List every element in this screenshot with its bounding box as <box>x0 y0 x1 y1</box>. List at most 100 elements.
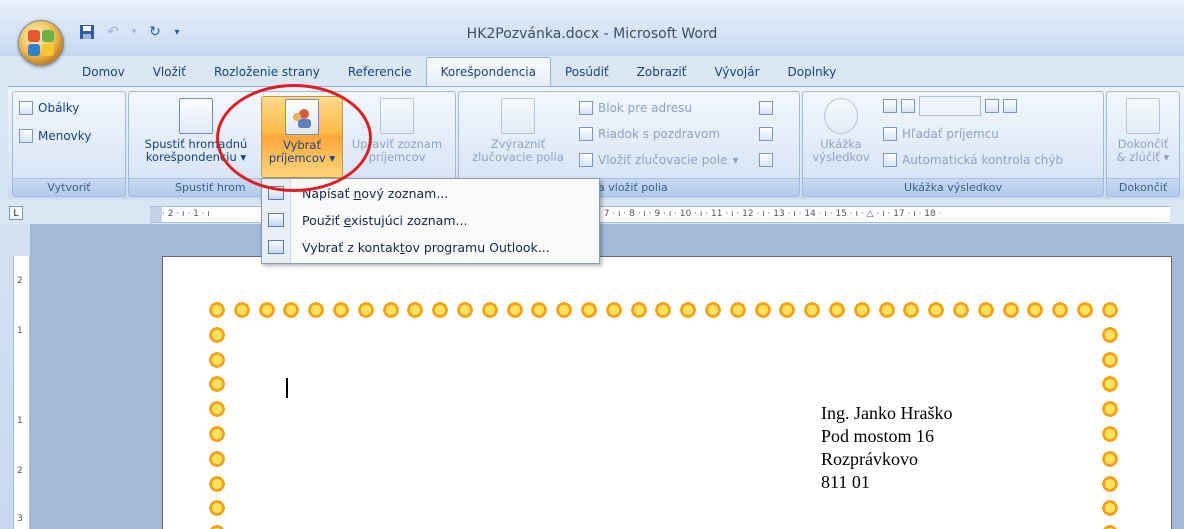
dokoncit-zlucit-button[interactable]: Dokončiť & zlúčiť ▾ <box>1109 96 1177 176</box>
vertical-ruler[interactable]: 2 1 1 2 3 <box>13 256 30 529</box>
sun-border-motif <box>1049 299 1071 321</box>
last-record-icon[interactable] <box>1003 99 1017 113</box>
new-list-icon <box>268 186 284 200</box>
obalky-button[interactable]: Obálky <box>19 98 79 118</box>
sun-border-motif <box>206 497 228 519</box>
sun-border-motif <box>206 448 228 470</box>
sun-border-motif <box>206 522 228 529</box>
sun-border-motif <box>206 473 228 495</box>
sun-border-motif <box>479 299 501 321</box>
sun-border-motif <box>1099 349 1121 371</box>
sun-border-motif <box>1099 448 1121 470</box>
hladat-prijemcu-button[interactable]: Hľadať príjemcu <box>883 124 999 144</box>
sun-border-motif <box>752 299 774 321</box>
sun-border-motif <box>429 299 451 321</box>
address-name: Ing. Janko Hraško <box>821 403 953 423</box>
tab-domov[interactable]: Domov <box>68 58 139 86</box>
update-labels-icon <box>759 153 773 167</box>
ruler-ticks-left: · 2 · ı · 1 · ı <box>162 209 210 219</box>
word-window: ↶ ▾ ↻ ▾ HK2Pozvánka.docx - Microsoft Wor… <box>0 0 1184 529</box>
group-label-ukazka: Ukážka výsledkov <box>803 178 1103 196</box>
sun-border-motif <box>776 299 798 321</box>
record-navigation <box>883 96 1017 116</box>
sun-border-motif <box>1000 299 1022 321</box>
sun-border-motif <box>578 299 600 321</box>
sun-border-motif <box>801 299 823 321</box>
sun-border-motif <box>925 299 947 321</box>
sun-border-motif <box>330 299 352 321</box>
office-button[interactable] <box>18 20 64 66</box>
sun-border-motif <box>1099 473 1121 495</box>
sun-border-motif <box>876 299 898 321</box>
sun-border-motif <box>1099 324 1121 346</box>
first-record-icon[interactable] <box>883 99 897 113</box>
blok-label: Blok pre adresu <box>598 101 693 115</box>
sun-border-motif <box>454 299 476 321</box>
update-labels-button[interactable] <box>759 150 773 170</box>
vruler-tick: 1 <box>17 416 23 426</box>
rules-icon <box>759 101 773 115</box>
sun-border-motif <box>553 299 575 321</box>
record-number-input[interactable] <box>919 96 981 116</box>
tab-korespondencia[interactable]: Korešpondencia <box>425 57 551 86</box>
insert-field-icon <box>579 153 593 167</box>
menovky-button[interactable]: Menovky <box>19 126 91 146</box>
greeting-line-icon <box>579 127 593 141</box>
address-street: Pod mostom 16 <box>821 426 935 446</box>
menu-label-novy: Napísať nový zoznam... <box>302 185 449 201</box>
next-record-icon[interactable] <box>985 99 999 113</box>
rules-button[interactable] <box>759 98 773 118</box>
sun-border-motif <box>826 299 848 321</box>
chevron-down-icon: ▾ <box>732 153 739 167</box>
riadok-s-pozdravom-button[interactable]: Riadok s pozdravom <box>579 124 720 144</box>
spustit-line2: korešpondenciu ▾ <box>145 150 247 164</box>
sun-border-motif <box>975 299 997 321</box>
document-page[interactable] <box>162 256 1172 529</box>
recipient-address[interactable]: Ing. Janko Hraško Pod mostom 16 Rozprávk… <box>821 402 952 494</box>
ukazka-line2: výsledkov <box>812 150 870 164</box>
sun-border-motif <box>1099 497 1121 519</box>
sun-border-motif <box>950 299 972 321</box>
sun-border-motif <box>1099 423 1121 445</box>
text-cursor <box>286 378 288 398</box>
automaticka-kontrola-button[interactable]: Automatická kontrola chýb <box>883 150 1063 170</box>
tab-zobrazit[interactable]: Zobraziť <box>623 58 701 86</box>
match-fields-button[interactable] <box>759 124 773 144</box>
hladat-label: Hľadať príjemcu <box>902 127 999 141</box>
tab-vyvojar[interactable]: Vývojár <box>700 58 773 86</box>
address-city: Rozprávkovo <box>821 449 918 469</box>
sun-border-motif <box>206 349 228 371</box>
sun-border-motif <box>231 299 253 321</box>
upravit-zoznam-button[interactable]: Upraviť zoznam príjemcov <box>343 96 451 176</box>
window-title: HK2Pozvánka.docx - Microsoft Word <box>466 26 718 42</box>
ruler-margin-left <box>150 207 162 222</box>
sun-border-motif <box>206 423 228 445</box>
sun-border-motif <box>1099 299 1121 321</box>
vybrat-prijemcov-button[interactable]: Vybrať príjemcov ▾ <box>261 96 343 178</box>
previous-record-icon[interactable] <box>901 99 915 113</box>
sun-border-motif <box>206 398 228 420</box>
sun-border-motif <box>1099 373 1121 395</box>
tab-referencie[interactable]: Referencie <box>334 58 426 86</box>
menu-item-novy-zoznam[interactable]: Napísať nový zoznam... <box>262 181 599 205</box>
sun-border-motif <box>1074 299 1096 321</box>
sun-border-motif <box>702 299 724 321</box>
tab-selector[interactable]: L <box>9 206 23 220</box>
vruler-tick: 2 <box>17 466 23 476</box>
sun-border-motif <box>851 299 873 321</box>
existing-list-icon <box>268 213 284 227</box>
tab-vlozit[interactable]: Vložiť <box>139 58 200 86</box>
vruler-tick: 3 <box>17 514 23 524</box>
vlozit-zlucovacie-pole-button[interactable]: Vložiť zlučovacie pole ▾ <box>579 150 739 170</box>
sun-border-motif <box>727 299 749 321</box>
tab-doplnky[interactable]: Doplnky <box>774 58 851 86</box>
zvyraznit-polia-button[interactable]: Zvýrazniť zlučovacie polia <box>461 96 575 176</box>
obalky-label: Obálky <box>38 101 80 115</box>
spustit-hromadnu-button[interactable]: Spustiť hromadnú korešpondenciu ▾ <box>133 96 259 176</box>
menu-item-existujuci-zoznam[interactable]: Použiť existujúci zoznam... <box>262 208 599 232</box>
menu-item-outlook-kontakty[interactable]: Vybrať z kontaktov programu Outlook... <box>262 235 599 259</box>
tab-rozlozenie-strany[interactable]: Rozloženie strany <box>200 58 334 86</box>
tab-posudit[interactable]: Posúdiť <box>551 58 623 86</box>
blok-pre-adresu-button[interactable]: Blok pre adresu <box>579 98 692 118</box>
ukazka-vysledkov-button[interactable]: Ukážka výsledkov <box>805 96 877 176</box>
